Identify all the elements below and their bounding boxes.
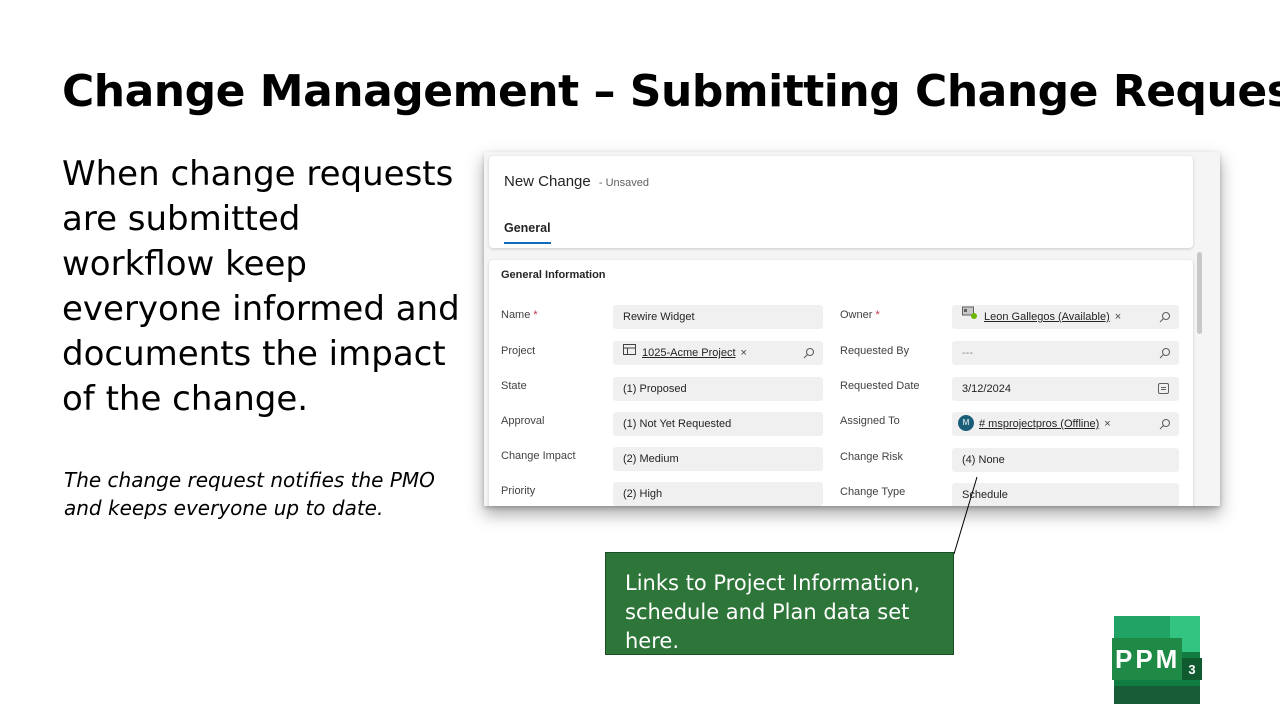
svg-text:3: 3 [1188,662,1195,677]
callout-box: Links to Project Information, schedule a… [605,552,954,655]
svg-text:PPM: PPM [1115,644,1180,674]
callout-text: Links to Project Information, schedule a… [625,571,921,653]
ppm-logo: PPM 3 [1112,616,1202,704]
